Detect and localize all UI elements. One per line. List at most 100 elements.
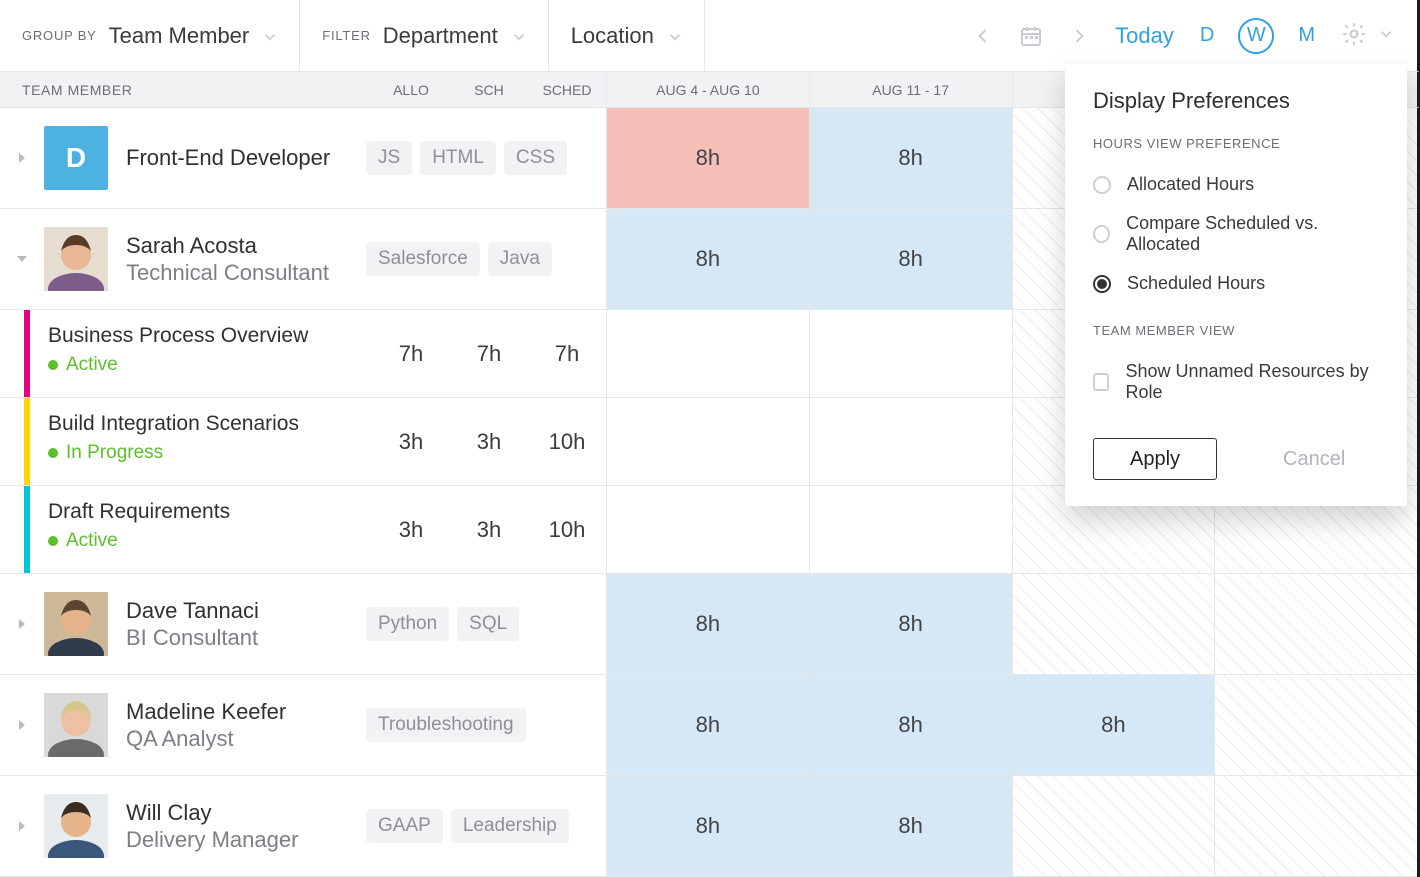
skill-tags: Troubleshooting [366,708,596,742]
location-control[interactable]: Location [549,23,704,49]
filter-value: Department [383,23,498,49]
show-unnamed-checkbox[interactable]: Show Unnamed Resources by Role [1093,352,1379,412]
schedule-cell[interactable]: 8h [606,776,809,876]
skill-tag: HTML [420,141,496,175]
calendar-icon[interactable] [1019,24,1043,48]
view-month[interactable]: M [1298,24,1315,47]
radio-label: Compare Scheduled vs. Allocated [1126,213,1379,255]
avatar [44,794,108,858]
header-sched: SCHED [528,82,606,98]
radio-scheduled-hours[interactable]: Scheduled Hours [1093,264,1379,303]
avatar [44,227,108,291]
schedule-cell[interactable]: 8h [809,209,1012,309]
today-button[interactable]: Today [1115,23,1174,49]
chevron-down-icon [1377,25,1395,46]
avatar: D [44,126,108,190]
hours-sch: 3h [450,398,528,485]
member-role: BI Consultant [126,625,366,651]
schedule-cell[interactable] [1214,574,1417,674]
apply-button[interactable]: Apply [1093,438,1217,480]
cell-value: 8h [696,813,720,839]
schedule-cell[interactable] [809,310,1012,397]
schedule-cell[interactable] [809,486,1012,573]
radio-compare-scheduled-vs-allocated[interactable]: Compare Scheduled vs. Allocated [1093,204,1379,264]
radio-allocated-hours[interactable]: Allocated Hours [1093,165,1379,204]
groupby-control[interactable]: GROUP BY Team Member [0,23,299,49]
view-switch: D W M [1200,18,1315,54]
hours-sch: 3h [450,486,528,573]
schedule-cell[interactable] [606,310,809,397]
header-allo: ALLO [372,82,450,98]
member-name: Sarah Acosta [126,232,366,260]
cell-value: 8h [898,712,922,738]
schedule-cell[interactable] [1012,776,1215,876]
week-header-1: AUG 11 - 17 [809,72,1012,107]
filter-label: FILTER [322,28,371,43]
schedule-cell[interactable]: 8h [809,675,1012,775]
schedule-cell[interactable]: 8h [606,108,809,208]
schedule-cell[interactable]: 8h [809,776,1012,876]
member-role: Delivery Manager [126,827,366,853]
settings-button[interactable] [1341,21,1395,50]
schedule-cell[interactable]: 8h [809,574,1012,674]
member-name: Will Clay [126,799,366,827]
status-label: In Progress [66,442,163,464]
hours-sched: 10h [528,486,606,573]
skill-tag: Salesforce [366,242,480,276]
cell-value: 8h [696,246,720,272]
schedule-cell[interactable] [606,398,809,485]
checkbox-icon [1093,373,1109,391]
hours-allo: 3h [372,486,450,573]
week-header-0: AUG 4 - AUG 10 [606,72,809,107]
status-dot-icon [48,536,58,546]
skill-tags: PythonSQL [366,607,596,641]
schedule-cell[interactable] [1012,574,1215,674]
cell-value: 8h [898,145,922,171]
hours-sch: 7h [450,310,528,397]
prev-week-button[interactable] [973,26,993,46]
skill-tag: CSS [504,141,567,175]
skill-tags: SalesforceJava [366,242,596,276]
skill-tag: JS [366,141,412,175]
hours-sched: 10h [528,398,606,485]
skill-tag: SQL [457,607,519,641]
cell-value: 8h [1101,712,1125,738]
skill-tag: Java [488,242,552,276]
display-preferences-popover: Display Preferences HOURS VIEW PREFERENC… [1065,64,1407,506]
groupby-value: Team Member [109,23,250,49]
schedule-cell[interactable] [1214,675,1417,775]
schedule-cell[interactable]: 8h [1012,675,1215,775]
checkbox-label: Show Unnamed Resources by Role [1125,361,1379,403]
schedule-cell[interactable] [606,486,809,573]
cancel-button[interactable]: Cancel [1247,438,1381,480]
skill-tags: GAAPLeadership [366,809,596,843]
radio-label: Allocated Hours [1127,174,1254,195]
expand-toggle[interactable] [0,617,44,631]
status-dot-icon [48,448,58,458]
schedule-cell[interactable]: 8h [606,574,809,674]
expand-toggle[interactable] [0,718,44,732]
schedule-cell[interactable]: 8h [809,108,1012,208]
next-week-button[interactable] [1069,26,1089,46]
filter-control[interactable]: FILTER Department [300,23,547,49]
expand-toggle[interactable] [0,819,44,833]
expand-toggle[interactable] [0,151,44,165]
schedule-cell[interactable] [809,398,1012,485]
chevron-down-icon [510,28,526,44]
expand-toggle[interactable] [0,252,44,266]
avatar [44,592,108,656]
schedule-cell[interactable]: 8h [606,675,809,775]
view-day[interactable]: D [1200,24,1214,47]
chevron-down-icon [666,28,682,44]
member-role: QA Analyst [126,726,366,752]
radio-icon [1093,176,1111,194]
toolbar: GROUP BY Team Member FILTER Department L… [0,0,1420,72]
hours-allo: 7h [372,310,450,397]
radio-icon [1093,225,1110,243]
view-week[interactable]: W [1238,18,1274,54]
skill-tag: GAAP [366,809,443,843]
schedule-cell[interactable]: 8h [606,209,809,309]
cell-value: 8h [696,611,720,637]
schedule-cell[interactable] [1214,776,1417,876]
radio-label: Scheduled Hours [1127,273,1265,294]
